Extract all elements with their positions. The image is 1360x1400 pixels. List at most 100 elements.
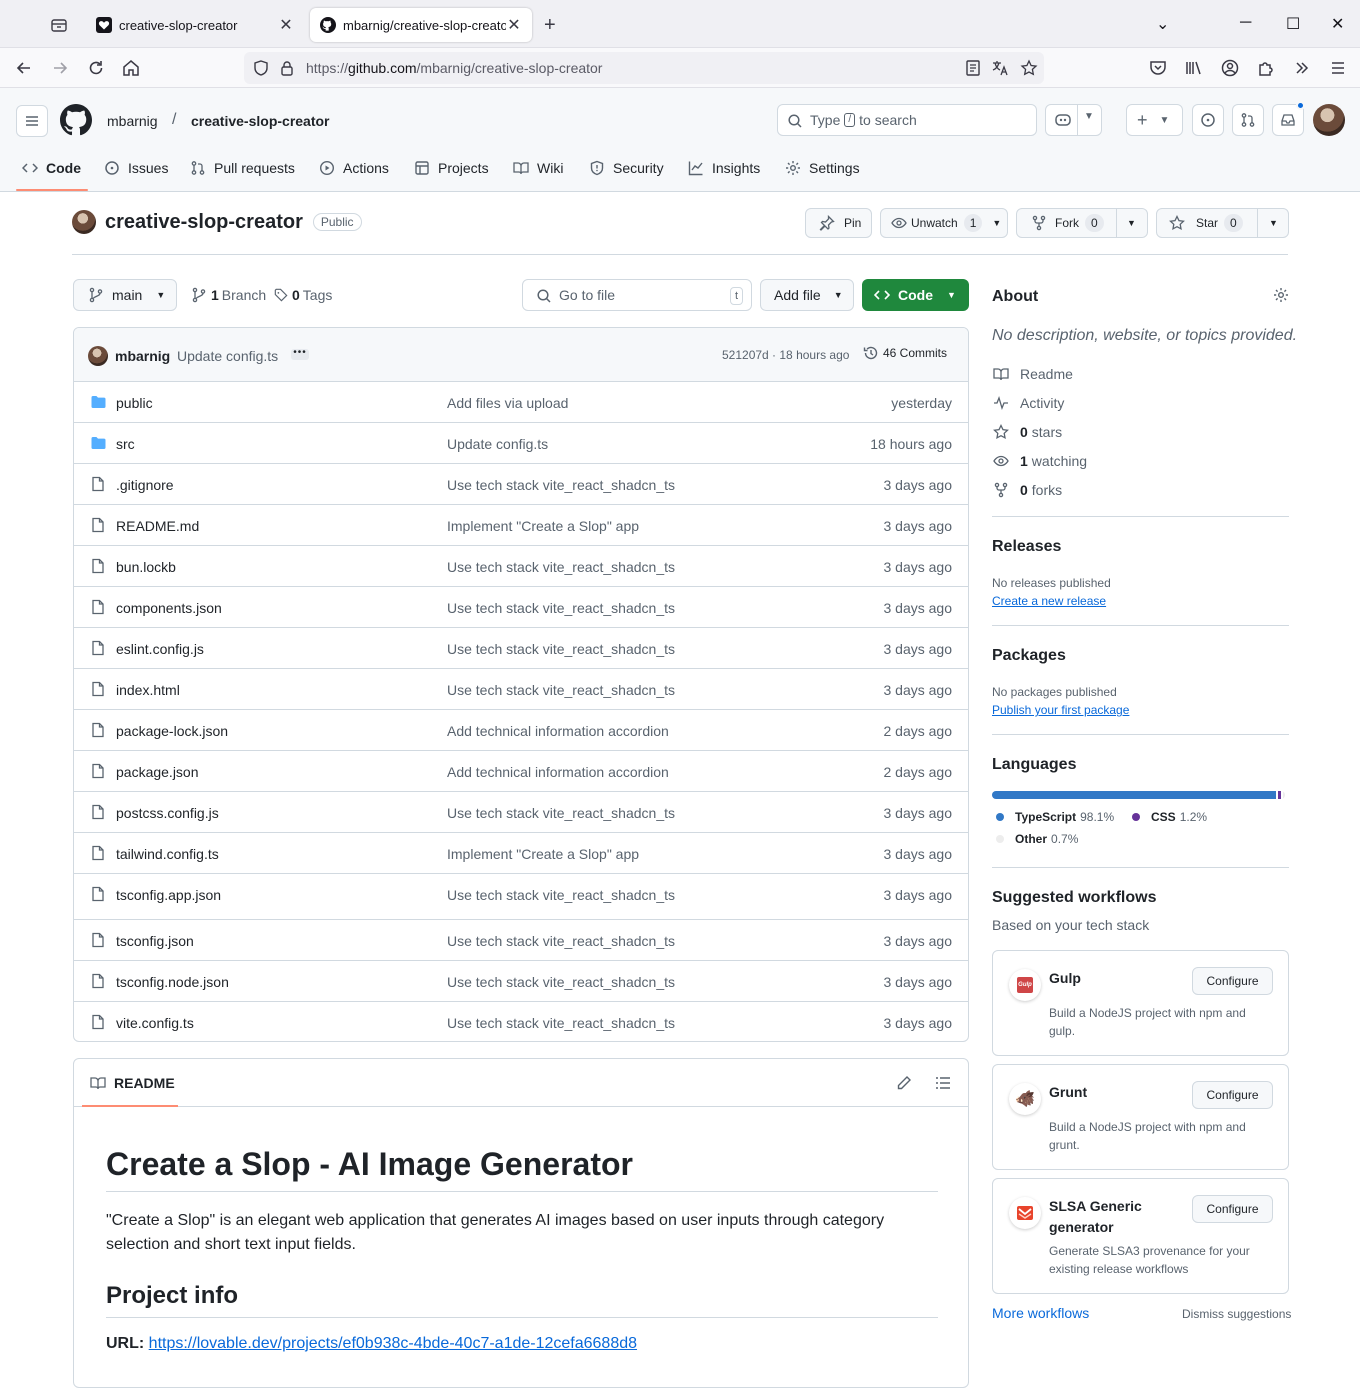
close-tab-icon[interactable]: ✕: [506, 15, 522, 35]
breadcrumb-owner[interactable]: mbarnig: [107, 113, 158, 129]
packages-title[interactable]: Packages: [992, 647, 1289, 665]
unwatch-button[interactable]: Unwatch 1 ▼: [880, 208, 1008, 238]
pencil-icon[interactable]: [896, 1075, 912, 1091]
tags-link[interactable]: 0 Tags: [274, 287, 332, 303]
account-icon[interactable]: [1220, 58, 1240, 78]
browser-tab-2[interactable]: mbarnig/creative-slop-creator ✕: [310, 8, 532, 42]
global-menu-button[interactable]: [16, 105, 48, 137]
new-tab-icon[interactable]: +: [544, 14, 556, 37]
file-commit-link[interactable]: Use tech stack vite_react_shadcn_ts: [447, 887, 675, 903]
file-row[interactable]: tailwind.config.ts Implement "Create a Sl…: [74, 832, 968, 873]
file-row[interactable]: tsconfig.app.json Use tech stack vite_rea…: [74, 873, 968, 914]
app-menu-icon[interactable]: [1328, 58, 1348, 78]
tab-security[interactable]: Security: [589, 150, 664, 186]
file-row[interactable]: tsconfig.node.json Use tech stack vite_re…: [74, 960, 968, 1001]
star-button[interactable]: Star 0 ▼: [1156, 208, 1289, 238]
language-typescript[interactable]: TypeScript 98.1%: [996, 810, 1114, 824]
file-name-link[interactable]: tsconfig.app.json: [116, 887, 221, 903]
file-name-link[interactable]: README.md: [116, 518, 199, 534]
file-name-link[interactable]: public: [116, 395, 153, 411]
shield-tracking-icon[interactable]: [252, 59, 270, 77]
about-watching-link[interactable]: 1 watching: [992, 453, 1087, 469]
pin-button[interactable]: Pin: [805, 208, 872, 238]
lock-icon[interactable]: [278, 59, 296, 77]
file-row[interactable]: postcss.config.js Use tech stack vite_rea…: [74, 791, 968, 832]
file-name-link[interactable]: postcss.config.js: [116, 805, 219, 821]
file-name-link[interactable]: bun.lockb: [116, 559, 176, 575]
url-bar[interactable]: https://github.com/mbarnig/creative-slop…: [244, 52, 1044, 84]
commit-sha-time[interactable]: 521207d · 18 hours ago: [722, 348, 849, 362]
about-stars-link[interactable]: 0 stars: [992, 424, 1062, 440]
file-commit-link[interactable]: Use tech stack vite_react_shadcn_ts: [447, 641, 675, 657]
file-row[interactable]: README.md Implement "Create a Slop" app 3 …: [74, 504, 968, 545]
go-to-file-input[interactable]: Go to file t: [522, 279, 752, 311]
maximize-icon[interactable]: ☐: [1286, 14, 1300, 34]
create-new-button[interactable]: + ▼: [1126, 104, 1183, 136]
pull-requests-button[interactable]: [1232, 104, 1264, 136]
commit-expand-icon[interactable]: •••: [291, 348, 309, 360]
file-commit-link[interactable]: Implement "Create a Slop" app: [447, 518, 639, 534]
file-commit-link[interactable]: Use tech stack vite_react_shadcn_ts: [447, 600, 675, 616]
file-commit-link[interactable]: Use tech stack vite_react_shadcn_ts: [447, 933, 675, 949]
tab-insights[interactable]: Insights: [688, 150, 760, 186]
file-row[interactable]: package.json Add technical information ac…: [74, 750, 968, 791]
file-commit-link[interactable]: Use tech stack vite_react_shadcn_ts: [447, 477, 675, 493]
tab-wiki[interactable]: Wiki: [513, 150, 563, 186]
file-commit-link[interactable]: Use tech stack vite_react_shadcn_ts: [447, 1015, 675, 1031]
file-row[interactable]: .gitignore Use tech stack vite_react_shad…: [74, 463, 968, 504]
global-search-input[interactable]: Type / to search: [777, 104, 1037, 136]
branch-select[interactable]: main ▼: [73, 279, 177, 311]
file-row[interactable]: public Add files via upload yesterday: [74, 381, 968, 422]
file-commit-link[interactable]: Use tech stack vite_react_shadcn_ts: [447, 559, 675, 575]
issues-button[interactable]: [1192, 104, 1224, 136]
fork-button[interactable]: Fork 0 ▼: [1016, 208, 1148, 238]
file-commit-link[interactable]: Use tech stack vite_react_shadcn_ts: [447, 805, 675, 821]
close-window-icon[interactable]: ✕: [1331, 14, 1344, 34]
file-name-link[interactable]: tailwind.config.ts: [116, 846, 219, 862]
translate-icon[interactable]: [991, 59, 1009, 77]
forward-icon[interactable]: [50, 58, 70, 78]
file-name-link[interactable]: package-lock.json: [116, 723, 228, 739]
tab-code[interactable]: Code: [22, 150, 81, 186]
file-row[interactable]: tsconfig.json Use tech stack vite_react_s…: [74, 919, 968, 960]
reload-icon[interactable]: [86, 58, 106, 78]
copilot-dropdown-icon[interactable]: ▼: [1084, 111, 1094, 122]
file-row[interactable]: bun.lockb Use tech stack vite_react_shadc…: [74, 545, 968, 586]
commit-message[interactable]: Update config.ts: [177, 348, 278, 364]
minimize-icon[interactable]: ─: [1240, 14, 1251, 32]
file-row[interactable]: src Update config.ts 18 hours ago: [74, 422, 968, 463]
file-name-link[interactable]: package.json: [116, 764, 199, 780]
create-release-link[interactable]: Create a new release: [992, 594, 1106, 608]
star-dropdown[interactable]: ▼: [1257, 209, 1288, 237]
dismiss-suggestions-link[interactable]: Dismiss suggestions: [1182, 1307, 1291, 1321]
file-name-link[interactable]: vite.config.ts: [116, 1015, 194, 1031]
extensions-icon[interactable]: [1256, 58, 1276, 78]
more-workflows-link[interactable]: More workflows: [992, 1305, 1089, 1321]
github-logo-icon[interactable]: [60, 104, 92, 136]
file-name-link[interactable]: tsconfig.node.json: [116, 974, 229, 990]
browser-tab-1[interactable]: creative-slop-creator ✕: [86, 8, 304, 42]
breadcrumb-repo[interactable]: creative-slop-creator: [191, 113, 330, 129]
commit-author[interactable]: mbarnig: [115, 348, 170, 364]
code-button[interactable]: Code ▼: [862, 279, 969, 311]
about-readme-link[interactable]: Readme: [992, 366, 1073, 382]
file-commit-link[interactable]: Add technical information accordion: [447, 764, 669, 780]
readme-tab[interactable]: README: [90, 1075, 175, 1091]
tab-list-icon[interactable]: [50, 16, 68, 34]
fork-dropdown[interactable]: ▼: [1116, 209, 1146, 237]
file-commit-link[interactable]: Add files via upload: [447, 395, 568, 411]
file-row[interactable]: eslint.config.js Use tech stack vite_reac…: [74, 627, 968, 668]
tab-settings[interactable]: Settings: [785, 150, 860, 186]
tab-pull-requests[interactable]: Pull requests: [190, 150, 295, 186]
reader-view-icon[interactable]: [964, 59, 982, 77]
user-avatar[interactable]: [1313, 104, 1345, 136]
configure-button[interactable]: Configure: [1192, 1195, 1273, 1223]
releases-title[interactable]: Releases: [992, 538, 1289, 556]
file-row[interactable]: components.json Use tech stack vite_react…: [74, 586, 968, 627]
tab-actions[interactable]: Actions: [319, 150, 389, 186]
project-url-link[interactable]: https://lovable.dev/projects/ef0b938c-4b…: [149, 1335, 637, 1352]
tab-projects[interactable]: Projects: [414, 150, 489, 186]
file-row[interactable]: package-lock.json Add technical informati…: [74, 709, 968, 750]
copilot-button[interactable]: ▼: [1045, 104, 1102, 136]
outline-list-icon[interactable]: [935, 1075, 951, 1091]
